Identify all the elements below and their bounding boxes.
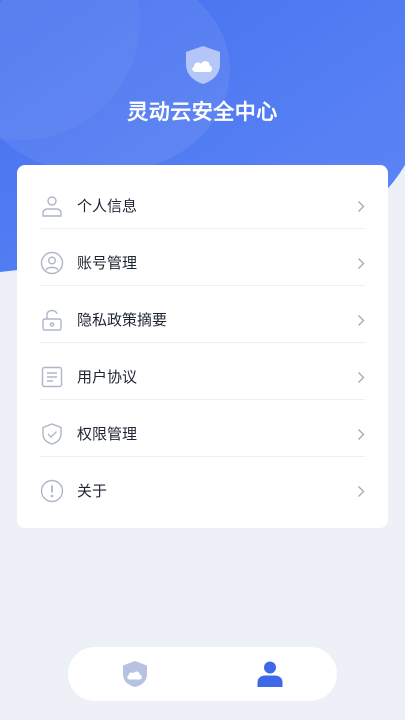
divider — [40, 456, 365, 457]
cloud-shield-icon — [123, 661, 147, 687]
person-icon — [42, 196, 62, 217]
chevron-right-icon — [358, 429, 365, 440]
menu-item-personal-info[interactable]: 个人信息 — [40, 178, 365, 235]
chevron-right-icon — [358, 486, 365, 497]
menu-item-label: 用户协议 — [77, 368, 138, 386]
menu-item-permission-management[interactable]: 权限管理 — [40, 406, 365, 463]
menu-item-user-agreement[interactable]: 用户协议 — [40, 349, 365, 406]
menu-item-label: 关于 — [77, 482, 108, 500]
shield-check-icon — [42, 423, 62, 445]
document-icon — [41, 366, 63, 388]
tab-security[interactable] — [68, 647, 202, 701]
menu-item-label: 账号管理 — [77, 254, 138, 272]
menu-item-label: 权限管理 — [77, 425, 138, 443]
settings-card: 个人信息 账号管理 隐私政策摘要 用户协议 权限管理 关于 — [17, 165, 388, 528]
menu-item-label: 个人信息 — [77, 197, 138, 215]
divider — [40, 399, 365, 400]
bottom-tab-bar — [68, 647, 337, 701]
divider — [40, 285, 365, 286]
app-title: 灵动云安全中心 — [127, 100, 278, 124]
account-icon — [40, 251, 64, 275]
tab-profile[interactable] — [203, 647, 337, 701]
menu-item-about[interactable]: 关于 — [40, 463, 365, 520]
divider — [40, 342, 365, 343]
menu-item-privacy-summary[interactable]: 隐私政策摘要 — [40, 292, 365, 349]
chevron-right-icon — [358, 201, 365, 212]
chevron-right-icon — [358, 258, 365, 269]
menu-item-account-management[interactable]: 账号管理 — [40, 235, 365, 292]
user-icon — [257, 661, 283, 687]
app-logo-icon — [186, 46, 220, 84]
menu-item-label: 隐私政策摘要 — [77, 311, 168, 329]
info-icon — [40, 479, 64, 503]
divider — [40, 228, 365, 229]
lock-icon — [42, 309, 62, 331]
chevron-right-icon — [358, 372, 365, 383]
chevron-right-icon — [358, 315, 365, 326]
